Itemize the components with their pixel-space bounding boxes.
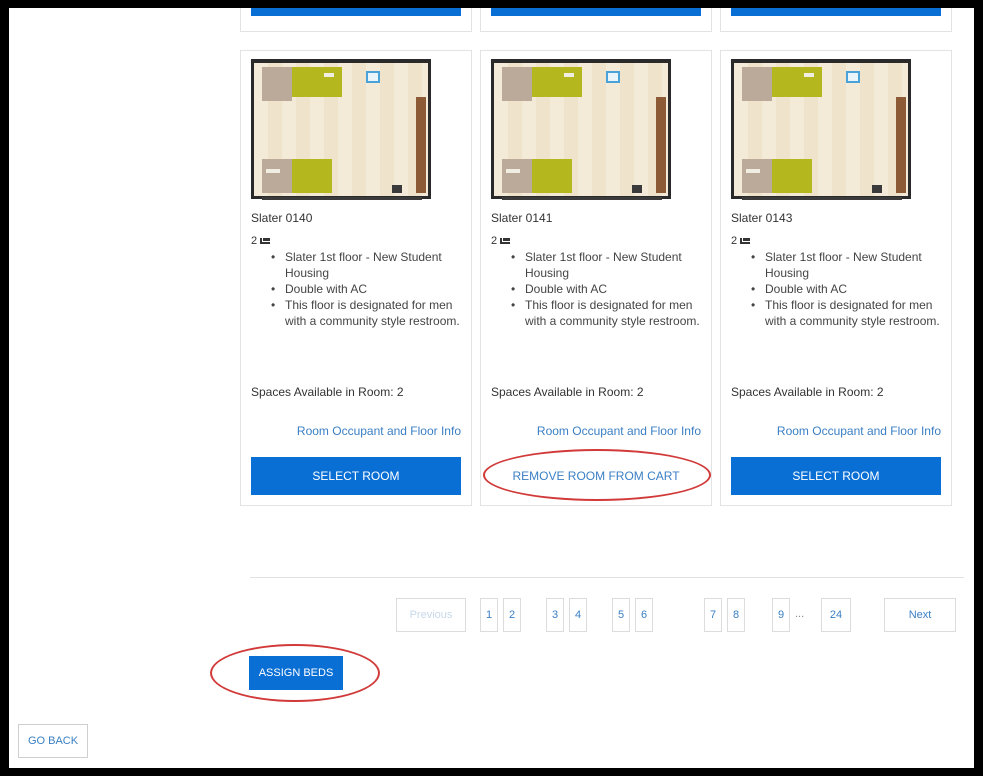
closet-shape bbox=[262, 159, 292, 193]
remove-room-from-cart-button[interactable]: REMOVE ROOM FROM CART bbox=[491, 457, 701, 495]
feature-item: Double with AC bbox=[751, 281, 941, 297]
wall-line-shape bbox=[742, 197, 902, 200]
closet-shape bbox=[502, 159, 532, 193]
spaces-available: Spaces Available in Room: 2 bbox=[731, 385, 884, 399]
bed-shape bbox=[532, 67, 582, 97]
bed-shape bbox=[292, 159, 332, 193]
page-button-9[interactable]: 9 bbox=[772, 598, 790, 632]
bed-shape bbox=[532, 159, 572, 193]
room-features-list: Slater 1st floor - New Student Housing D… bbox=[271, 249, 461, 329]
room-card-0143: Slater 0143 2 Slater 1st floor - New Stu… bbox=[720, 50, 952, 506]
select-room-button[interactable]: SELECT ROOM bbox=[731, 457, 941, 495]
select-room-button[interactable]: SELECT ROOM bbox=[251, 457, 461, 495]
previous-row-card bbox=[720, 8, 952, 32]
previous-row-button[interactable] bbox=[731, 8, 941, 16]
closet-shape bbox=[742, 67, 772, 101]
window-unit-icon bbox=[606, 71, 620, 83]
screen-frame bbox=[0, 0, 983, 8]
assign-beds-button[interactable]: ASSIGN BEDS bbox=[249, 656, 343, 690]
window-unit-icon bbox=[846, 71, 860, 83]
room-name: Slater 0141 bbox=[491, 211, 553, 225]
room-card-0141: Slater 0141 2 Slater 1st floor - New Stu… bbox=[480, 50, 712, 506]
window-unit-icon bbox=[366, 71, 380, 83]
page-button-7[interactable]: 7 bbox=[704, 598, 722, 632]
page-button-1[interactable]: 1 bbox=[480, 598, 498, 632]
feature-item: Slater 1st floor - New Student Housing bbox=[511, 249, 701, 281]
room-features-list: Slater 1st floor - New Student Housing D… bbox=[751, 249, 941, 329]
room-occupant-link[interactable]: Room Occupant and Floor Info bbox=[297, 424, 461, 438]
bed-count-value: 2 bbox=[251, 235, 258, 247]
door-wall-shape bbox=[656, 97, 666, 193]
wall-line-shape bbox=[262, 197, 422, 200]
room-name: Slater 0140 bbox=[251, 211, 313, 225]
door-wall-shape bbox=[416, 97, 426, 193]
door-wall-shape bbox=[896, 97, 906, 193]
floor-plan-image bbox=[731, 59, 911, 200]
previous-page-button[interactable]: Previous bbox=[396, 598, 466, 632]
feature-item: This floor is designated for men with a … bbox=[751, 297, 941, 329]
bed-icon bbox=[500, 238, 511, 244]
room-card-0140: Slater 0140 2 Slater 1st floor - New Stu… bbox=[240, 50, 472, 506]
pillow-shape bbox=[324, 73, 334, 77]
next-page-button[interactable]: Next bbox=[884, 598, 956, 632]
bed-count: 2 bbox=[731, 235, 751, 247]
bed-count-value: 2 bbox=[491, 235, 498, 247]
closet-shape bbox=[262, 67, 292, 101]
pillow-shape bbox=[564, 73, 574, 77]
bed-shape bbox=[292, 67, 342, 97]
closet-shape bbox=[502, 67, 532, 101]
desk-shape bbox=[632, 185, 642, 193]
previous-row-card bbox=[480, 8, 712, 32]
closet-shape bbox=[742, 159, 772, 193]
pagination-divider bbox=[250, 577, 964, 578]
page-button-24[interactable]: 24 bbox=[821, 598, 851, 632]
previous-row-button[interactable] bbox=[491, 8, 701, 16]
bed-count: 2 bbox=[251, 235, 271, 247]
previous-row-button[interactable] bbox=[251, 8, 461, 16]
page-button-4[interactable]: 4 bbox=[569, 598, 587, 632]
previous-row-card bbox=[240, 8, 472, 32]
floor-plan-image bbox=[491, 59, 671, 200]
room-occupant-link[interactable]: Room Occupant and Floor Info bbox=[777, 424, 941, 438]
feature-item: Slater 1st floor - New Student Housing bbox=[271, 249, 461, 281]
desk-shape bbox=[392, 185, 402, 193]
bed-icon bbox=[260, 238, 271, 244]
page-viewport: Slater 0140 2 Slater 1st floor - New Stu… bbox=[9, 8, 974, 768]
floor-plan-image bbox=[251, 59, 431, 200]
pillow-shape bbox=[266, 169, 280, 173]
page-button-5[interactable]: 5 bbox=[612, 598, 630, 632]
pagination-ellipsis: ... bbox=[795, 608, 805, 620]
pillow-shape bbox=[746, 169, 760, 173]
bed-count: 2 bbox=[491, 235, 511, 247]
bed-shape bbox=[772, 67, 822, 97]
feature-item: Double with AC bbox=[271, 281, 461, 297]
room-occupant-link[interactable]: Room Occupant and Floor Info bbox=[537, 424, 701, 438]
bed-count-value: 2 bbox=[731, 235, 738, 247]
feature-item: Slater 1st floor - New Student Housing bbox=[751, 249, 941, 281]
spaces-available: Spaces Available in Room: 2 bbox=[491, 385, 644, 399]
spaces-available: Spaces Available in Room: 2 bbox=[251, 385, 404, 399]
page-button-8[interactable]: 8 bbox=[727, 598, 745, 632]
desk-shape bbox=[872, 185, 882, 193]
page-button-2[interactable]: 2 bbox=[503, 598, 521, 632]
page-button-6[interactable]: 6 bbox=[635, 598, 653, 632]
feature-item: This floor is designated for men with a … bbox=[271, 297, 461, 329]
bed-icon bbox=[740, 238, 751, 244]
go-back-button[interactable]: GO BACK bbox=[18, 724, 88, 758]
pillow-shape bbox=[804, 73, 814, 77]
pillow-shape bbox=[506, 169, 520, 173]
wall-line-shape bbox=[502, 197, 662, 200]
page-button-3[interactable]: 3 bbox=[546, 598, 564, 632]
feature-item: Double with AC bbox=[511, 281, 701, 297]
feature-item: This floor is designated for men with a … bbox=[511, 297, 701, 329]
room-features-list: Slater 1st floor - New Student Housing D… bbox=[511, 249, 701, 329]
bed-shape bbox=[772, 159, 812, 193]
room-name: Slater 0143 bbox=[731, 211, 793, 225]
